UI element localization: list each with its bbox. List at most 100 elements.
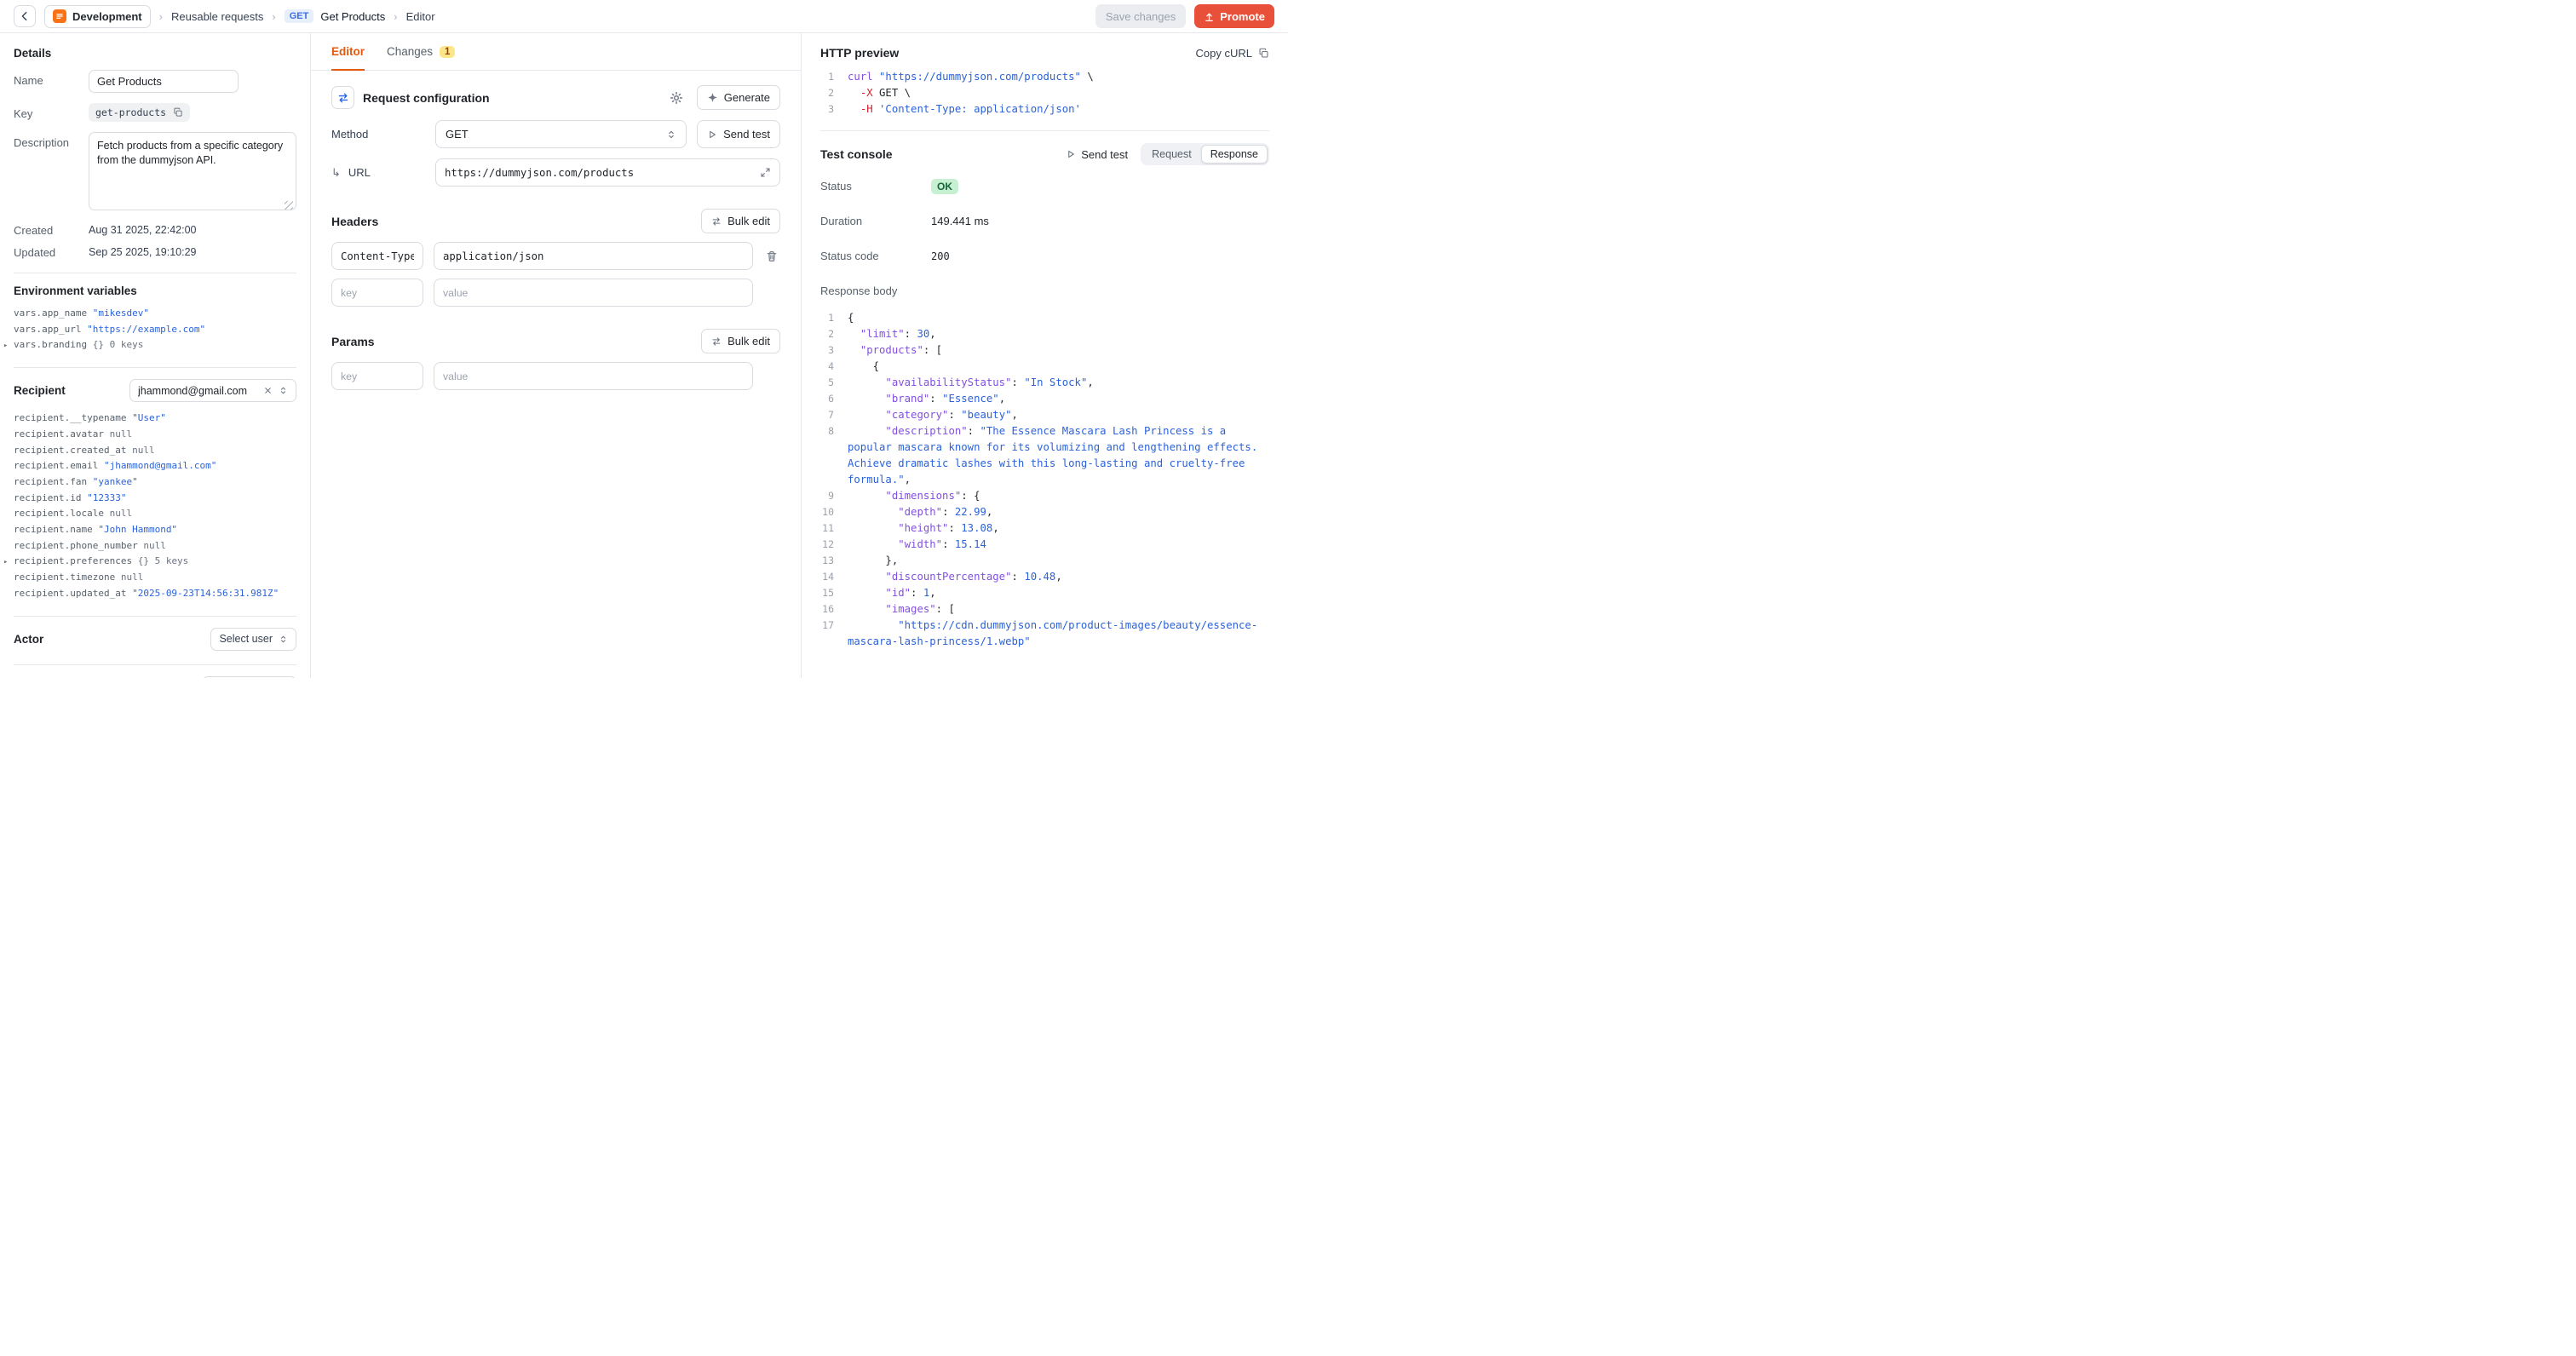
header-key-input[interactable] <box>331 279 423 307</box>
name-label: Name <box>14 70 89 87</box>
delete-header-button[interactable] <box>763 250 780 262</box>
expand-icon[interactable] <box>760 167 771 178</box>
variable-row: recipient.email "jhammond@gmail.com" <box>14 458 296 474</box>
params-header: Params Bulk edit <box>331 329 780 353</box>
code-line: 6 "brand": "Essence", <box>820 391 1269 407</box>
environment-name: Development <box>72 10 142 23</box>
generate-button[interactable]: Generate <box>697 85 780 110</box>
variable-row: recipient.created_at null <box>14 443 296 459</box>
header-key-input[interactable] <box>331 242 423 270</box>
param-value-input[interactable] <box>434 362 753 390</box>
tab-changes-label: Changes <box>387 45 433 58</box>
variable-value: "2025-09-23T14:56:31.981Z" <box>132 588 279 599</box>
details-title: Details <box>14 47 296 60</box>
name-input[interactable] <box>89 70 239 93</box>
line-number: 10 <box>820 504 848 520</box>
created-row: Created Aug 31 2025, 22:42:00 <box>14 224 296 237</box>
variable-key: recipient.preferences <box>14 555 138 566</box>
bulk-edit-label: Bulk edit <box>727 215 770 227</box>
status-code-value: 200 <box>931 250 950 262</box>
variable-key: recipient.email <box>14 460 104 471</box>
variable-key: recipient.fan <box>14 476 93 487</box>
line-number: 3 <box>820 101 848 118</box>
recipient-field-list: recipient.__typename "User"recipient.ava… <box>14 411 296 601</box>
name-row: Name <box>14 70 296 93</box>
console-send-test-button[interactable]: Send test <box>1066 148 1128 161</box>
back-button[interactable] <box>14 5 36 27</box>
params-bulk-edit-button[interactable]: Bulk edit <box>701 329 780 353</box>
breadcrumb-separator: › <box>272 10 275 23</box>
variable-row: vars.app_url "https://example.com" <box>14 322 296 338</box>
copy-icon[interactable] <box>173 107 183 118</box>
bulk-edit-icon <box>711 336 722 347</box>
code-text: "id": 1, <box>848 585 1269 601</box>
url-input[interactable]: https://dummyjson.com/products <box>435 158 780 187</box>
chevron-updown-icon[interactable] <box>279 386 288 395</box>
promote-button[interactable]: Promote <box>1194 4 1274 28</box>
header-row <box>331 242 780 270</box>
code-text: "width": 15.14 <box>848 537 1269 553</box>
details-section: Details Name Key get-products Descripti <box>14 33 296 273</box>
code-text: "availabilityStatus": "In Stock", <box>848 375 1269 391</box>
code-line: 7 "category": "beauty", <box>820 407 1269 423</box>
save-changes-button[interactable]: Save changes <box>1095 4 1186 28</box>
env-var-list: vars.app_name "mikesdev"vars.app_url "ht… <box>14 306 296 353</box>
duration-row: Duration 149.441 ms <box>820 204 1269 238</box>
variable-value: "yankee" <box>93 476 138 487</box>
segment-response[interactable]: Response <box>1201 145 1268 164</box>
chevron-updown-icon <box>666 129 676 140</box>
recipient-title: Recipient <box>14 384 66 397</box>
header-row-empty <box>331 279 780 307</box>
code-line: 1{ <box>820 310 1269 326</box>
breadcrumb-editor: Editor <box>406 10 435 23</box>
breadcrumb-reusable-requests[interactable]: Reusable requests <box>171 10 263 23</box>
code-text: "https://cdn.dummyjson.com/product-image… <box>848 618 1269 650</box>
variable-row: recipient.locale null <box>14 506 296 522</box>
editor-tabs: Editor Changes 1 <box>311 33 801 71</box>
status-row: Status OK <box>820 169 1269 204</box>
code-text: "products": [ <box>848 342 1269 359</box>
line-number: 1 <box>820 69 848 85</box>
expand-chevron-icon[interactable]: ▸ <box>3 338 8 354</box>
response-body-row: Response body <box>820 273 1269 308</box>
description-textarea[interactable]: Fetch products from a specific category … <box>89 132 296 210</box>
variable-key: recipient.avatar <box>14 428 110 440</box>
variable-key: recipient.updated_at <box>14 588 132 599</box>
tab-editor[interactable]: Editor <box>331 33 365 70</box>
variable-value: "mikesdev" <box>93 307 149 319</box>
variable-row: recipient.__typename "User" <box>14 411 296 427</box>
actor-title: Actor <box>14 633 43 646</box>
send-test-button[interactable]: Send test <box>697 120 780 148</box>
chevron-updown-icon <box>279 635 288 644</box>
code-text: -X GET \ <box>848 85 1269 101</box>
code-line: 2 "limit": 30, <box>820 326 1269 342</box>
method-select[interactable]: GET <box>435 120 687 148</box>
console-send-test-label: Send test <box>1081 148 1128 161</box>
headers-bulk-edit-button[interactable]: Bulk edit <box>701 209 780 233</box>
tab-changes[interactable]: Changes 1 <box>387 33 455 70</box>
status-code-row: Status code 200 <box>820 238 1269 273</box>
header-value-input[interactable] <box>434 279 753 307</box>
code-line: 16 "images": [ <box>820 601 1269 618</box>
actor-select[interactable]: Select user <box>210 628 296 651</box>
tenant-select[interactable]: Select tenant <box>202 676 296 678</box>
header-value-input[interactable] <box>434 242 753 270</box>
params-section: Params Bulk edit <box>331 329 780 390</box>
line-number: 5 <box>820 375 848 391</box>
recipient-combobox[interactable]: jhammond@gmail.com <box>129 379 296 402</box>
code-line: 2 -X GET \ <box>820 85 1269 101</box>
preview-panel: HTTP preview Copy cURL 1curl "https://du… <box>801 33 1288 678</box>
variable-value: "12333" <box>87 492 126 503</box>
expand-chevron-icon[interactable]: ▸ <box>3 554 8 571</box>
segment-request[interactable]: Request <box>1142 145 1201 164</box>
clear-icon[interactable] <box>263 386 273 395</box>
gear-icon[interactable] <box>670 91 683 105</box>
swap-icon-button[interactable] <box>331 86 354 109</box>
line-number: 3 <box>820 342 848 359</box>
breadcrumb-request-name[interactable]: Get Products <box>320 10 385 23</box>
test-console-header: Test console Send test Request Response <box>820 131 1269 169</box>
copy-curl-button[interactable]: Copy cURL <box>1196 47 1269 60</box>
param-key-input[interactable] <box>331 362 423 390</box>
code-line: 11 "height": 13.08, <box>820 520 1269 537</box>
environment-selector[interactable]: Development <box>44 5 151 28</box>
